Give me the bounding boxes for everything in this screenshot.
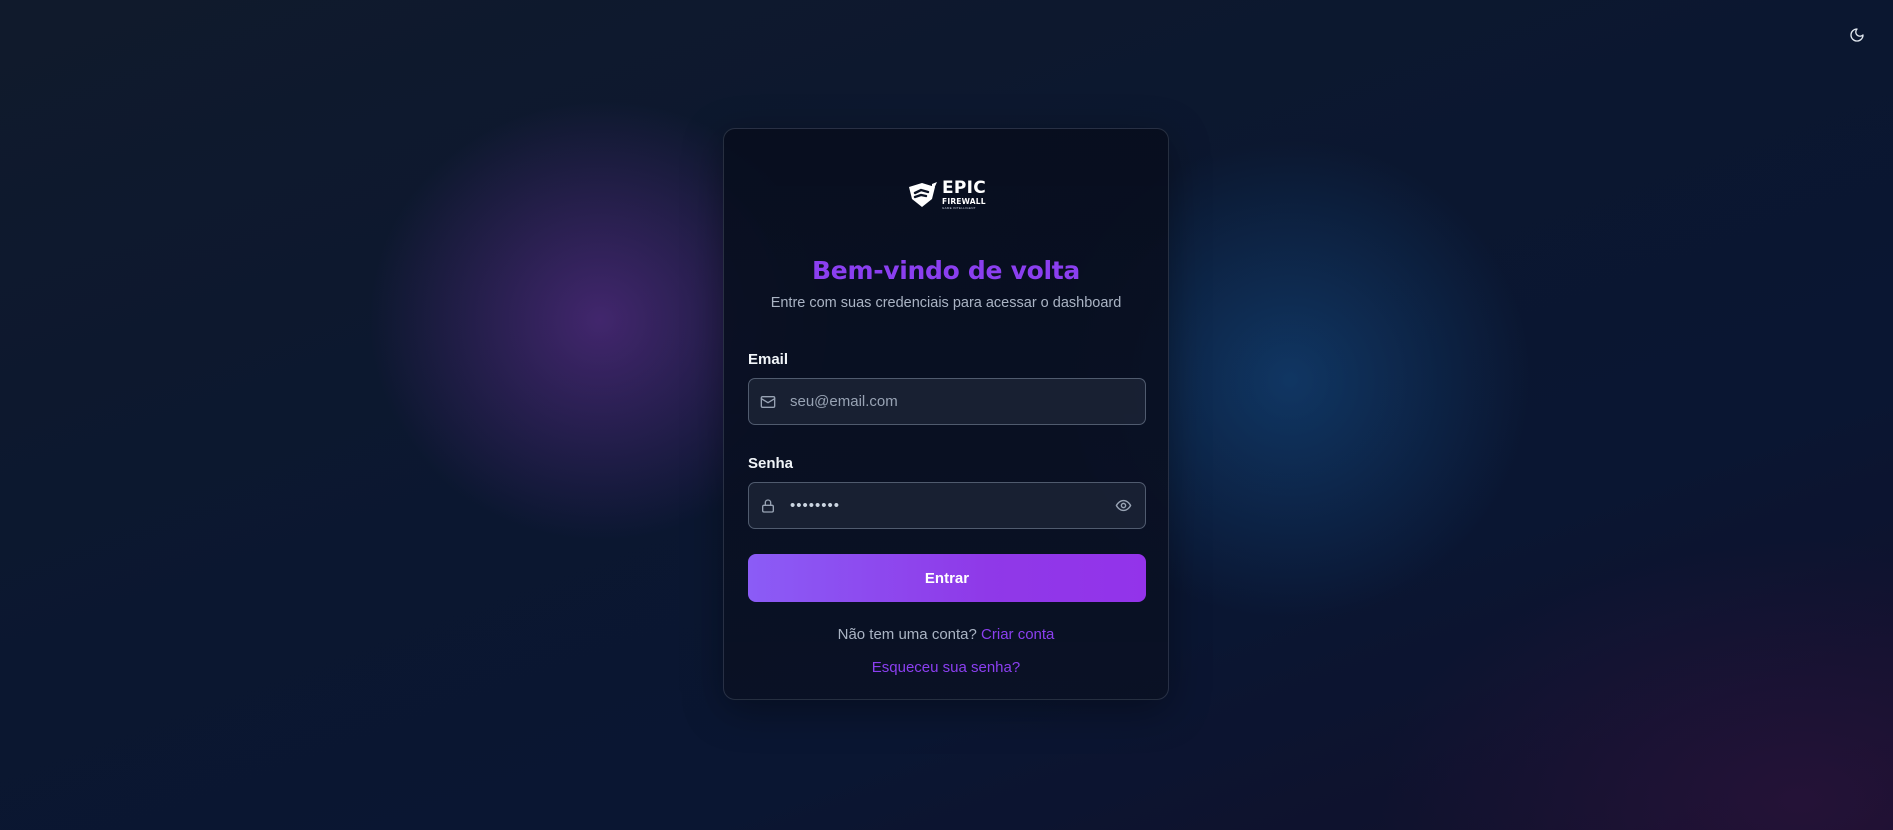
login-button[interactable]: Entrar — [748, 554, 1146, 602]
logo-emblem-icon — [909, 182, 937, 207]
create-account-link[interactable]: Criar conta — [981, 626, 1054, 643]
email-field-wrapper — [748, 378, 1146, 425]
password-label: Senha — [748, 455, 794, 472]
password-field-wrapper — [748, 482, 1146, 529]
moon-icon — [1850, 28, 1864, 42]
page-title: Bem-vindo de volta — [812, 256, 1080, 285]
logo-name: EPIC — [942, 178, 987, 199]
show-password-toggle[interactable] — [1115, 497, 1133, 515]
logo-name-line2: FIREWALL — [942, 197, 986, 207]
mail-icon — [760, 394, 776, 410]
signup-prompt: Não tem uma conta? Criar conta — [724, 626, 1168, 643]
email-field[interactable] — [788, 392, 1145, 411]
lock-icon — [760, 498, 776, 514]
forgot-password-row: Esqueceu sua senha? — [724, 659, 1168, 676]
theme-toggle-button[interactable] — [1846, 24, 1868, 46]
password-field[interactable] — [788, 496, 1115, 515]
login-card: EPIC FIREWALL GAME INTELLIGENT Bem-vindo… — [723, 128, 1169, 700]
eye-icon — [1115, 499, 1132, 512]
email-label: Email — [748, 351, 789, 368]
page-subtitle: Entre com suas credenciais para acessar … — [770, 295, 1122, 311]
forgot-password-link[interactable]: Esqueceu sua senha? — [872, 659, 1020, 676]
brand-logo: EPIC FIREWALL GAME INTELLIGENT — [906, 179, 990, 211]
logo-tagline: GAME INTELLIGENT — [942, 205, 976, 210]
no-account-text: Não tem uma conta? — [837, 626, 977, 643]
